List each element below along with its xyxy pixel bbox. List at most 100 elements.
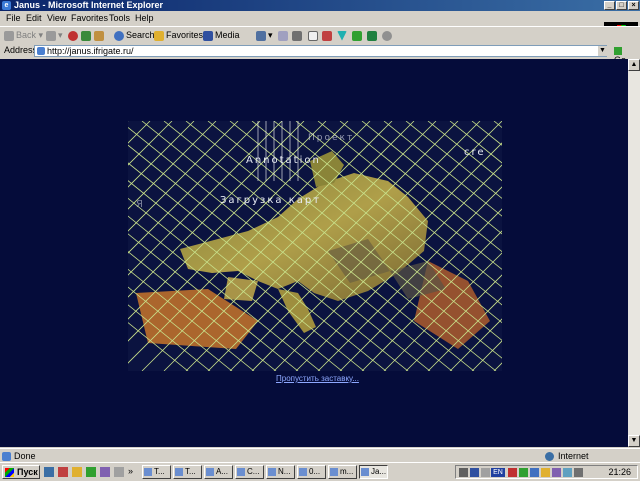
vertical-scrollbar[interactable]: ▲ ▼ bbox=[628, 59, 640, 447]
quicklaunch-app-icon[interactable] bbox=[86, 467, 96, 477]
favorites-icon bbox=[154, 30, 164, 41]
tray-icon-5[interactable] bbox=[519, 468, 528, 477]
quicklaunch-ie-icon[interactable] bbox=[44, 467, 54, 477]
taskbar-button-2[interactable]: T... bbox=[173, 465, 202, 479]
close-button[interactable]: × bbox=[628, 1, 639, 10]
task-icon bbox=[144, 468, 152, 476]
search-button[interactable]: Search bbox=[114, 29, 155, 42]
edit-button[interactable] bbox=[308, 29, 320, 42]
toolbar-extra-button-3[interactable] bbox=[367, 29, 379, 42]
addon-icon bbox=[367, 30, 377, 41]
volume-icon[interactable] bbox=[574, 468, 583, 477]
language-indicator[interactable]: EN bbox=[491, 468, 505, 477]
tray-icon-6[interactable] bbox=[530, 468, 539, 477]
address-url: http://janus.ifrigate.ru/ bbox=[47, 46, 134, 56]
back-arrow-icon bbox=[4, 30, 14, 41]
clock: 21:26 bbox=[608, 467, 631, 477]
media-button[interactable]: Media bbox=[203, 29, 240, 42]
mail-icon bbox=[278, 30, 288, 41]
print-button[interactable] bbox=[292, 29, 304, 42]
go-button[interactable]: Go bbox=[614, 45, 636, 65]
quicklaunch-media-icon[interactable] bbox=[100, 467, 110, 477]
go-arrow-icon bbox=[614, 46, 622, 55]
messenger-icon bbox=[352, 30, 362, 41]
quicklaunch-save-icon[interactable] bbox=[58, 467, 68, 477]
discuss-icon bbox=[322, 30, 332, 41]
taskbar-button-janus[interactable]: Ja... bbox=[359, 465, 388, 479]
minimize-button[interactable]: _ bbox=[604, 1, 615, 10]
toolbar-extra-button-2[interactable] bbox=[352, 29, 364, 42]
discuss-button[interactable] bbox=[322, 29, 334, 42]
back-button[interactable]: Back ▾ bbox=[4, 29, 43, 42]
taskbar-button-5[interactable]: N... bbox=[266, 465, 295, 479]
history-button[interactable]: ▾ bbox=[256, 29, 273, 42]
home-button[interactable] bbox=[94, 29, 106, 42]
address-dropdown-button[interactable]: ▼ bbox=[598, 46, 607, 56]
taskbar-button-6[interactable]: 0... bbox=[297, 465, 326, 479]
print-icon bbox=[292, 30, 302, 41]
skip-intro-link[interactable]: Пропустить заставку... bbox=[276, 374, 359, 383]
menu-edit[interactable]: Edit bbox=[26, 13, 42, 23]
window-title: Janus - Microsoft Internet Explorer bbox=[14, 0, 164, 10]
page-done-icon bbox=[2, 452, 11, 461]
system-tray: EN 21:26 bbox=[455, 465, 638, 479]
menu-file[interactable]: File bbox=[6, 13, 21, 23]
windows-flag-icon bbox=[5, 468, 14, 477]
overlay-text-cre: cre bbox=[464, 147, 486, 158]
scroll-down-button[interactable]: ▼ bbox=[628, 435, 640, 447]
taskbar-button-7[interactable]: m... bbox=[328, 465, 357, 479]
internet-zone-icon bbox=[545, 452, 554, 461]
taskbar-button-4[interactable]: C... bbox=[235, 465, 264, 479]
media-icon bbox=[203, 30, 213, 41]
maximize-button[interactable]: □ bbox=[616, 1, 627, 10]
edit-page-icon bbox=[308, 30, 318, 41]
taskbar-button-1[interactable]: T... bbox=[142, 465, 171, 479]
stop-icon bbox=[68, 30, 78, 41]
menu-view[interactable]: View bbox=[47, 13, 66, 23]
address-bar: Address http://janus.ifrigate.ru/ ▼ Go bbox=[0, 44, 640, 65]
menu-tools[interactable]: Tools bbox=[109, 13, 130, 23]
window-title-bar[interactable]: e Janus - Microsoft Internet Explorer _ … bbox=[0, 0, 640, 11]
stop-button[interactable] bbox=[68, 29, 80, 42]
standard-toolbar: Back ▾ ▾ Search Favorites Media ▾ bbox=[0, 26, 640, 44]
splash-animation[interactable]: Annotation cre Загрузка карт Проект Я bbox=[0, 120, 628, 372]
home-icon bbox=[94, 30, 104, 41]
toolbar-extra-button-1[interactable] bbox=[337, 29, 349, 42]
tray-icon-1[interactable] bbox=[459, 468, 468, 477]
tray-icon-2[interactable] bbox=[470, 468, 479, 477]
menu-help[interactable]: Help bbox=[135, 13, 154, 23]
menu-bar: File Edit View Favorites Tools Help bbox=[0, 11, 640, 37]
settings-icon bbox=[382, 30, 392, 41]
overlay-letter: Я bbox=[136, 199, 145, 210]
scroll-up-button[interactable]: ▲ bbox=[628, 59, 640, 71]
status-bar: Done Internet bbox=[0, 448, 640, 463]
taskbar: Пуск » T... T... A... C... N... 0... m..… bbox=[0, 462, 640, 481]
favorites-button[interactable]: Favorites bbox=[154, 29, 203, 42]
forward-button[interactable]: ▾ bbox=[46, 29, 63, 42]
page-content: Annotation cre Загрузка карт Проект Я Пр… bbox=[0, 59, 628, 447]
tray-icon-8[interactable] bbox=[552, 468, 561, 477]
mail-button[interactable] bbox=[278, 29, 290, 42]
task-icon bbox=[361, 468, 369, 476]
address-input[interactable]: http://janus.ifrigate.ru/ bbox=[34, 45, 607, 57]
task-icon bbox=[299, 468, 307, 476]
tray-icon-9[interactable] bbox=[563, 468, 572, 477]
search-icon bbox=[114, 30, 124, 41]
menu-favorites[interactable]: Favorites bbox=[71, 13, 108, 23]
quicklaunch-misc-icon[interactable] bbox=[114, 467, 124, 477]
task-icon bbox=[206, 468, 214, 476]
taskbar-button-3[interactable]: A... bbox=[204, 465, 233, 479]
tray-icon-7[interactable] bbox=[541, 468, 550, 477]
quicklaunch-folder-icon[interactable] bbox=[72, 467, 82, 477]
toolbar-extra-button-4[interactable] bbox=[382, 29, 394, 42]
tray-icon-4[interactable] bbox=[508, 468, 517, 477]
loading-maps-label: Загрузка карт bbox=[220, 195, 322, 206]
status-text: Done bbox=[14, 451, 36, 461]
tray-icon-3[interactable] bbox=[481, 468, 490, 477]
refresh-button[interactable] bbox=[81, 29, 93, 42]
task-icon bbox=[175, 468, 183, 476]
quicklaunch-more-icon[interactable]: » bbox=[128, 466, 133, 476]
start-button[interactable]: Пуск bbox=[2, 465, 40, 479]
europe-landmass bbox=[180, 173, 428, 301]
annotation-label: Annotation bbox=[246, 155, 321, 166]
